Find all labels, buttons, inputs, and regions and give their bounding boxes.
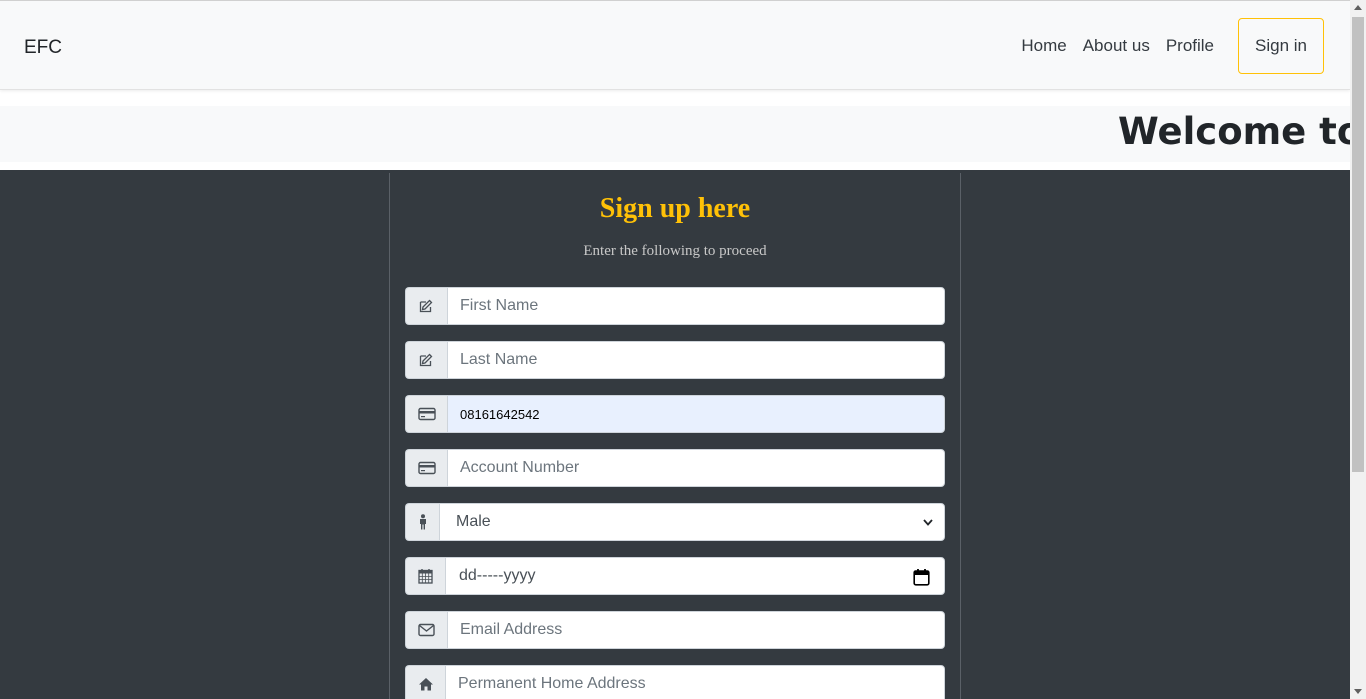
nav-link-profile[interactable]: Profile (1166, 36, 1214, 56)
phone-group (405, 395, 945, 433)
edit-icon (405, 287, 447, 325)
calendar-picker-icon[interactable] (913, 568, 930, 591)
first-name-group (405, 287, 945, 325)
account-number-group (405, 449, 945, 487)
scroll-down-arrow-icon[interactable] (1354, 689, 1362, 694)
email-group (405, 611, 945, 649)
gender-select[interactable]: Male (439, 503, 945, 541)
brand-logo[interactable]: EFC (24, 37, 62, 59)
nav-link-about[interactable]: About us (1083, 36, 1150, 56)
email-input[interactable] (447, 611, 945, 649)
gender-selected-value: Male (456, 513, 491, 530)
date-placeholder: dd-----yyyy (459, 567, 536, 584)
edit-icon (405, 341, 447, 379)
scrollbar-thumb[interactable] (1352, 17, 1364, 472)
home-address-input[interactable] (445, 665, 945, 699)
form-subtitle: Enter the following to proceed (583, 243, 767, 259)
form-title: Sign up here (599, 193, 751, 224)
scroll-up-arrow-icon[interactable] (1354, 5, 1362, 10)
date-of-birth-input[interactable]: dd-----yyyy (445, 557, 945, 595)
last-name-input[interactable] (447, 341, 945, 379)
last-name-group (405, 341, 945, 379)
chevron-down-icon (922, 515, 934, 534)
gender-group: Male (405, 503, 945, 541)
page-scrollbar[interactable] (1350, 0, 1366, 699)
envelope-icon (405, 611, 447, 649)
welcome-marquee: Welcome to (0, 106, 1350, 162)
account-number-input[interactable] (447, 449, 945, 487)
nav-link-home[interactable]: Home (1021, 36, 1066, 56)
credit-card-icon (405, 395, 447, 433)
male-person-icon (405, 503, 439, 541)
dob-group: dd-----yyyy (405, 557, 945, 595)
first-name-input[interactable] (447, 287, 945, 325)
address-group (405, 665, 945, 699)
credit-card-icon (405, 449, 447, 487)
nav-links: Home About us Profile Sign in (1021, 18, 1324, 74)
calendar-icon (405, 557, 445, 595)
welcome-text: Welcome to (1118, 110, 1350, 153)
home-icon (405, 665, 445, 699)
phone-number-input[interactable] (447, 395, 945, 433)
top-navbar: EFC Home About us Profile Sign in (0, 0, 1350, 90)
sign-in-button[interactable]: Sign in (1238, 18, 1324, 74)
